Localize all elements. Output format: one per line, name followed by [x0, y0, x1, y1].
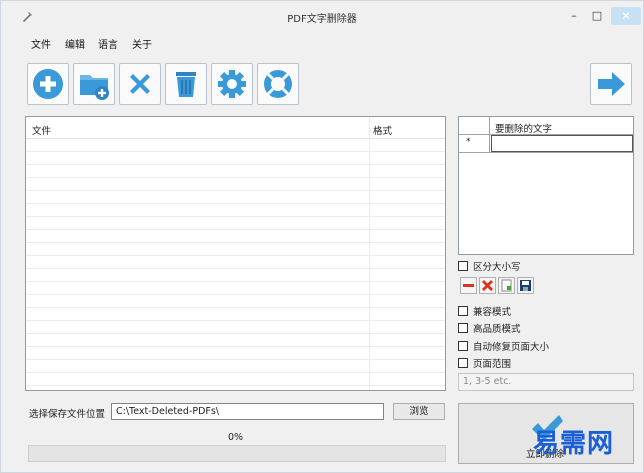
floppy-disk-icon — [520, 280, 531, 291]
text-table-column-label: 要删除的文字 — [495, 124, 553, 135]
menu-bar: 文件 编辑 语言 关于 — [1, 33, 643, 51]
page-range-label: 页面范围 — [473, 359, 512, 370]
clear-button[interactable] — [165, 63, 207, 105]
new-document-icon — [501, 279, 512, 292]
case-sensitive-checkbox[interactable] — [458, 261, 468, 271]
compat-mode-label: 兼容模式 — [473, 307, 512, 318]
title-bar: PDF文字删除器 – □ × — [1, 1, 643, 31]
remove-button[interactable] — [119, 63, 161, 105]
page-range-checkbox[interactable] — [458, 358, 468, 368]
high-quality-checkbox[interactable] — [458, 323, 468, 333]
compat-mode-checkbox[interactable] — [458, 306, 468, 316]
menu-edit[interactable]: 编辑 — [65, 36, 85, 51]
menu-file[interactable]: 文件 — [31, 36, 51, 51]
file-list-header: 文件 格式 — [26, 117, 445, 139]
text-to-delete-table[interactable]: 要删除的文字 * — [458, 116, 634, 255]
save-location-label: 选择保存文件位置 — [29, 409, 106, 420]
column-format[interactable]: 格式 — [373, 123, 392, 137]
add-folder-icon — [80, 75, 109, 100]
page-range-input[interactable]: 1, 3-5 etc. — [458, 373, 634, 391]
case-sensitive-label: 区分大小写 — [473, 262, 521, 273]
file-list[interactable]: 文件 格式 — [25, 116, 446, 391]
auto-fix-page-size-checkbox[interactable] — [458, 341, 468, 351]
arrow-right-icon — [598, 72, 625, 96]
add-file-button[interactable] — [27, 63, 69, 105]
new-row-marker: * — [466, 137, 471, 147]
close-icon: × — [621, 9, 631, 22]
toolbar — [1, 57, 643, 109]
high-quality-option[interactable]: 高品质模式 — [458, 321, 521, 335]
delete-text-button[interactable] — [479, 277, 496, 294]
red-x-icon — [482, 280, 493, 291]
row-header-cell: * — [459, 135, 490, 152]
next-button[interactable] — [590, 63, 632, 105]
file-list-rows — [26, 139, 445, 390]
compat-mode-option[interactable]: 兼容模式 — [458, 304, 511, 318]
save-text-button[interactable] — [517, 277, 534, 294]
progress-bar — [28, 445, 446, 462]
close-x-icon — [130, 74, 150, 94]
trash-icon — [176, 72, 196, 97]
auto-fix-page-size-option[interactable]: 自动修复页面大小 — [458, 339, 549, 353]
page-range-option[interactable]: 页面范围 — [458, 356, 511, 370]
column-file[interactable]: 文件 — [32, 123, 51, 137]
lifebuoy-icon — [264, 70, 292, 98]
save-path-input[interactable]: C:\Text-Deleted-PDFs\ — [111, 403, 384, 420]
case-sensitive-option[interactable]: 区分大小写 — [458, 259, 521, 273]
menu-about[interactable]: 关于 — [132, 36, 152, 51]
text-table-new-row[interactable]: * — [459, 135, 633, 153]
maximize-button[interactable]: □ — [586, 7, 608, 25]
minimize-button[interactable]: – — [563, 7, 585, 25]
add-folder-button[interactable] — [73, 63, 115, 105]
high-quality-label: 高品质模式 — [473, 324, 521, 335]
add-file-icon — [33, 69, 63, 99]
progress-percent: 0% — [227, 432, 244, 443]
app-window: PDF文字删除器 – □ × 文件 编辑 语言 关于 文件 格式 要删除的文字 … — [0, 0, 644, 473]
settings-button[interactable] — [211, 63, 253, 105]
text-entry-cell[interactable] — [491, 135, 633, 152]
text-table-header: 要删除的文字 — [459, 117, 633, 135]
remove-text-button[interactable] — [460, 277, 477, 294]
import-text-button[interactable] — [498, 277, 515, 294]
window-title: PDF文字删除器 — [287, 14, 357, 25]
auto-fix-page-size-label: 自动修复页面大小 — [473, 342, 550, 353]
browse-button[interactable]: 浏览 — [393, 403, 445, 420]
minus-icon — [463, 284, 474, 287]
gear-icon — [218, 70, 246, 98]
menu-language[interactable]: 语言 — [98, 36, 118, 51]
text-table-corner — [459, 117, 490, 135]
text-edit-toolbar — [460, 277, 534, 295]
close-button[interactable]: × — [611, 7, 641, 25]
help-button[interactable] — [257, 63, 299, 105]
watermark: 易需网 — [533, 429, 615, 459]
